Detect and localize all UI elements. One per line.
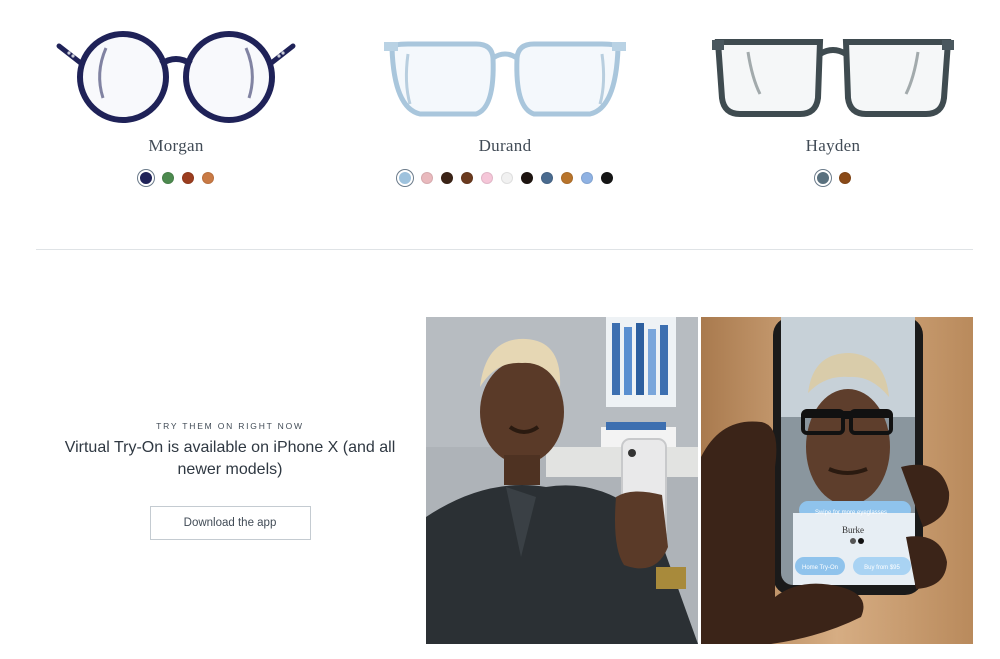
color-swatches	[46, 170, 306, 186]
color-swatch[interactable]	[481, 172, 493, 184]
phone-hint-text: Swipe for more eyeglasses	[815, 510, 887, 516]
color-swatch[interactable]	[441, 172, 453, 184]
product-card-durand[interactable]: Durand	[375, 28, 635, 186]
phone-home-tryon-button: Home Try-On	[802, 565, 838, 571]
color-swatch[interactable]	[541, 172, 553, 184]
selfie-photo	[426, 317, 698, 644]
color-swatch[interactable]	[581, 172, 593, 184]
promo-headline: Virtual Try-On is available on iPhone X …	[64, 439, 396, 478]
phone-buy-button: Buy from $95	[864, 565, 900, 571]
color-swatch[interactable]	[202, 172, 214, 184]
phone-frame-name: Burke	[842, 525, 864, 535]
product-card-hayden[interactable]: Hayden	[703, 28, 963, 186]
durand-frames-image[interactable]	[380, 28, 630, 124]
download-app-button[interactable]: Download the app	[149, 506, 311, 540]
color-swatch[interactable]	[815, 170, 831, 186]
color-swatch[interactable]	[138, 170, 154, 186]
product-name[interactable]: Morgan	[46, 136, 306, 156]
hayden-frames-image[interactable]	[708, 28, 958, 124]
product-card-morgan[interactable]: Morgan	[46, 28, 306, 186]
color-swatch[interactable]	[561, 172, 573, 184]
color-swatch[interactable]	[521, 172, 533, 184]
color-swatches	[703, 170, 963, 186]
color-swatch[interactable]	[601, 172, 613, 184]
color-swatch[interactable]	[421, 172, 433, 184]
color-swatch[interactable]	[162, 172, 174, 184]
color-swatch[interactable]	[397, 170, 413, 186]
product-name[interactable]: Hayden	[703, 136, 963, 156]
section-divider	[36, 249, 973, 250]
virtual-tryon-promo: TRY THEM ON RIGHT NOW Virtual Try-On is …	[60, 420, 400, 540]
eyebrow-text: TRY THEM ON RIGHT NOW	[156, 421, 304, 431]
product-name[interactable]: Durand	[375, 136, 635, 156]
color-swatch[interactable]	[839, 172, 851, 184]
phone-tryon-photo: Swipe for more eyeglasses Burke Home Try…	[701, 317, 973, 644]
color-swatch[interactable]	[461, 172, 473, 184]
color-swatches	[375, 170, 635, 186]
color-swatch[interactable]	[501, 172, 513, 184]
color-swatch[interactable]	[182, 172, 194, 184]
morgan-frames-image[interactable]	[51, 28, 301, 124]
